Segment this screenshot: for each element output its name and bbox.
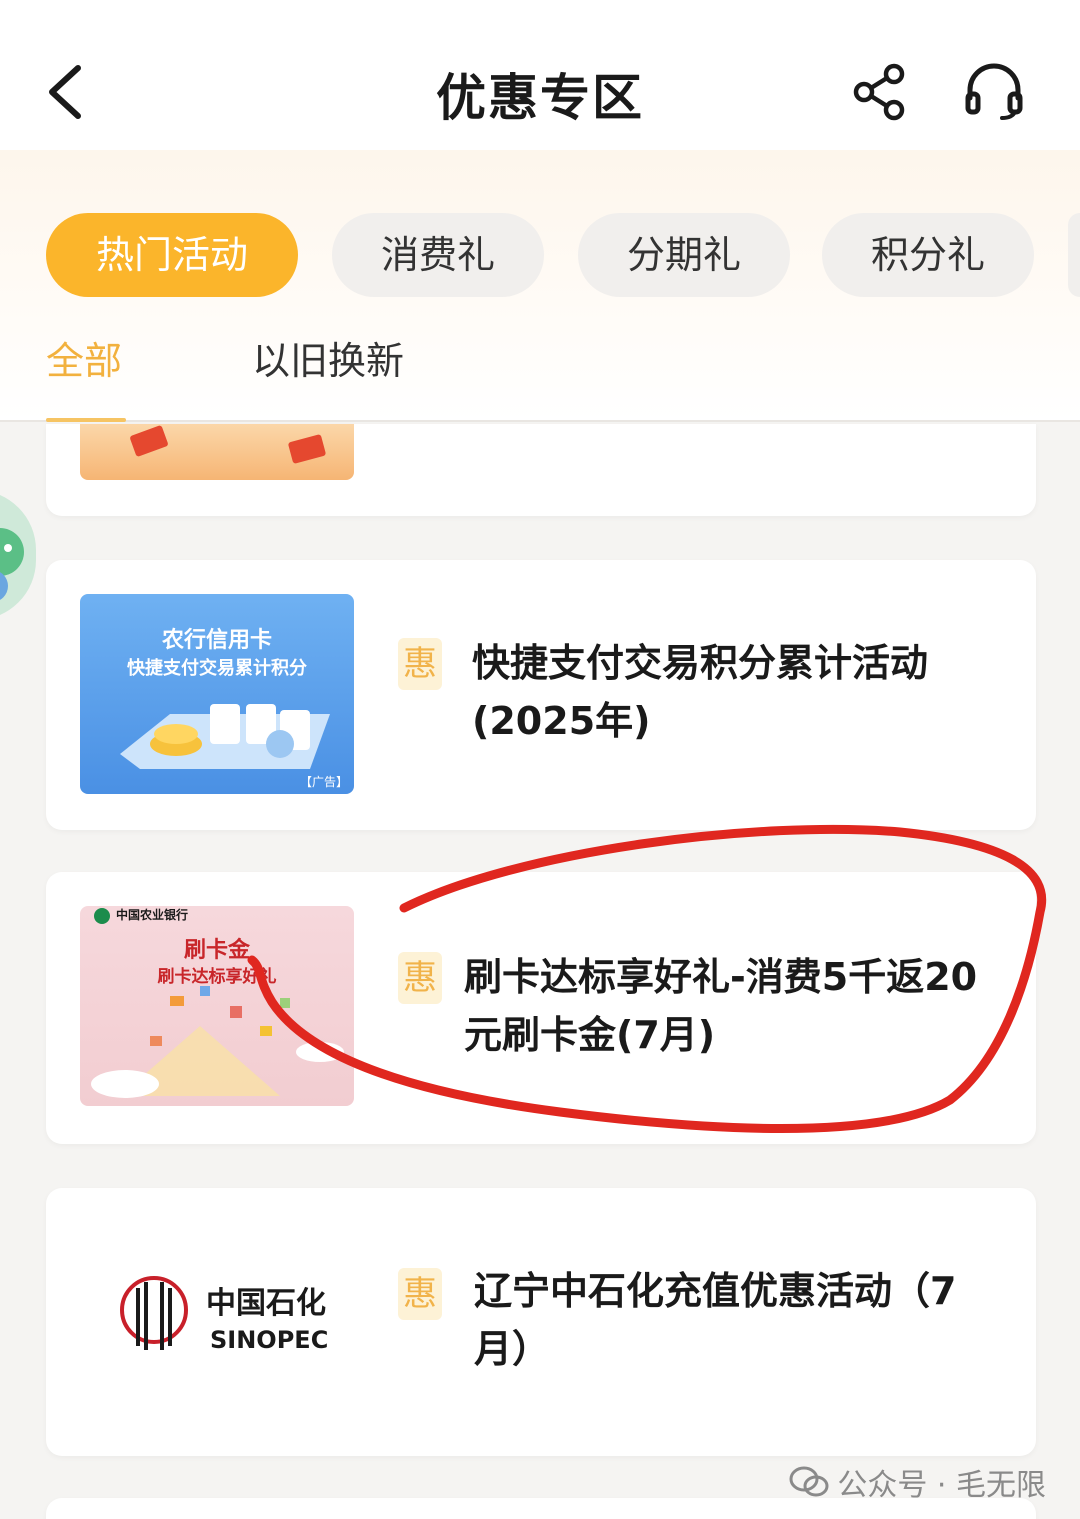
top-bar: 优惠专区 — [0, 0, 1080, 150]
thumb-title: 农行信用卡 — [161, 628, 272, 653]
thumb-subtitle: 刷卡达标享好礼 — [157, 967, 277, 987]
thumb-title: 刷卡金 — [183, 938, 250, 963]
card-title-line2: 元刷卡金(7月) — [464, 1013, 716, 1057]
subtab-trade-in[interactable]: 以旧换新 — [252, 330, 404, 385]
subtab-all[interactable]: 全部 — [46, 330, 122, 385]
card-title-line1: 辽宁中石化充值优惠活动（7 — [474, 1269, 957, 1313]
ad-tag: 【广告】 — [299, 775, 348, 789]
tab-installment-gift[interactable]: 分期礼 — [578, 213, 790, 297]
card-thumbnail — [80, 424, 354, 480]
card-title: 刷卡达标享好礼-消费5千返20 元刷卡金(7月) — [464, 948, 977, 1064]
card-title-line2: 月） — [474, 1327, 551, 1371]
discount-badge: 惠 — [398, 638, 442, 690]
sinopec-cn-name: 中国石化 — [206, 1286, 326, 1321]
sinopec-en-name: SINOPEC — [210, 1326, 329, 1354]
watermark-text: 公众号 · 毛无限 — [837, 1468, 1046, 1503]
category-area: 热门活动 消费礼 分期礼 积分礼 全部 以旧换新 — [0, 150, 1080, 422]
watermark: 公众号 · 毛无限 — [789, 1460, 1046, 1504]
card-title-line1: 快捷支付交易积分累计活动 — [472, 641, 929, 685]
card-thumbnail: 农行信用卡 快捷支付交易累计积分 【广告】 — [80, 594, 354, 794]
card-title-line2: (2025年) — [472, 699, 651, 743]
discount-badge: 惠 — [398, 1268, 442, 1320]
tab-consumption-gift[interactable]: 消费礼 — [332, 213, 544, 297]
page-title: 优惠专区 — [436, 69, 644, 127]
wechat-icon — [789, 1466, 829, 1497]
tab-more-partial[interactable] — [1068, 213, 1080, 297]
activity-card-sinopec[interactable]: 中国石化 SINOPEC 惠 辽宁中石化充值优惠活动（7 月） — [46, 1188, 1036, 1456]
floating-assistant-button[interactable] — [0, 490, 36, 620]
tab-points-gift[interactable]: 积分礼 — [822, 213, 1034, 297]
headset-icon[interactable] — [962, 62, 1026, 122]
bank-name: 中国农业银行 — [116, 908, 189, 922]
subtab-active-indicator — [46, 418, 126, 422]
share-icon[interactable] — [850, 60, 910, 124]
card-title: 辽宁中石化充值优惠活动（7 月） — [474, 1262, 956, 1378]
thumb-subtitle: 快捷支付交易累计积分 — [127, 658, 307, 679]
card-thumbnail: 中国农业银行 刷卡金 刷卡达标享好礼 — [80, 906, 354, 1106]
activity-card-partial[interactable] — [46, 424, 1036, 516]
card-title: 快捷支付交易积分累计活动 (2025年) — [472, 634, 928, 750]
card-title-line1: 刷卡达标享好礼-消费5千返20 — [464, 955, 978, 999]
discount-badge: 惠 — [398, 952, 442, 1004]
tab-hot-activities[interactable]: 热门活动 — [46, 213, 298, 297]
activity-card-quickpay[interactable]: 农行信用卡 快捷支付交易累计积分 【广告】 惠 快捷支付交易积分累计活动 (20… — [46, 560, 1036, 830]
activity-card-swipe-reward[interactable]: 中国农业银行 刷卡金 刷卡达标享好礼 惠 刷卡达标享好礼-消费5千返20 元刷卡… — [46, 872, 1036, 1144]
card-thumbnail: 中国石化 SINOPEC — [80, 1222, 354, 1422]
